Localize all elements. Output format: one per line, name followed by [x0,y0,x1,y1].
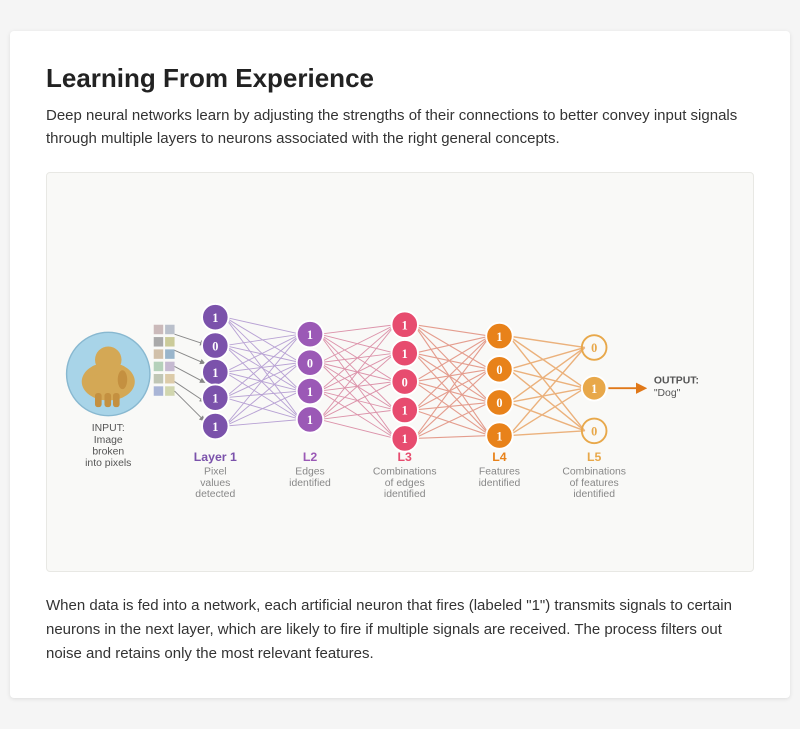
intro-paragraph: Deep neural networks learn by adjusting … [46,104,754,151]
svg-text:into pixels: into pixels [85,458,131,469]
svg-text:L4: L4 [492,450,507,464]
svg-text:1: 1 [496,330,502,344]
svg-text:1: 1 [307,385,313,399]
svg-text:0: 0 [496,363,502,377]
svg-text:identified: identified [384,489,426,500]
svg-text:1: 1 [307,328,313,342]
diagram-container: 1 0 1 1 1 1 0 1 1 1 1 0 1 [46,172,754,572]
svg-text:OUTPUT:: OUTPUT: [654,376,699,387]
svg-text:1: 1 [496,430,502,444]
svg-text:0: 0 [591,425,597,439]
svg-text:1: 1 [402,432,408,446]
svg-text:0: 0 [212,340,218,354]
svg-text:Layer 1: Layer 1 [194,450,237,464]
page-title: Learning From Experience [46,63,754,94]
svg-text:identified: identified [573,489,615,500]
svg-text:of features: of features [570,478,619,489]
svg-text:1: 1 [591,382,597,396]
neural-network-diagram: 1 0 1 1 1 1 0 1 1 1 1 0 1 [59,189,741,559]
svg-text:1: 1 [212,392,218,406]
svg-text:"Dog": "Dog" [654,388,681,399]
svg-text:0: 0 [402,376,408,390]
svg-text:Combinations: Combinations [373,467,437,478]
svg-text:L5: L5 [587,450,602,464]
svg-text:Edges: Edges [295,467,325,478]
svg-text:values: values [200,478,230,489]
svg-text:identified: identified [289,478,331,489]
svg-text:1: 1 [212,420,218,434]
svg-text:Combinations: Combinations [562,467,626,478]
svg-text:0: 0 [307,357,313,371]
svg-text:detected: detected [195,489,235,500]
svg-text:L2: L2 [303,450,318,464]
svg-text:1: 1 [402,347,408,361]
svg-text:identified: identified [479,478,521,489]
svg-text:of edges: of edges [385,478,425,489]
svg-text:1: 1 [307,413,313,427]
svg-text:0: 0 [496,396,502,410]
svg-text:L3: L3 [398,450,413,464]
main-card: Learning From Experience Deep neural net… [10,31,790,699]
bottom-paragraph: When data is fed into a network, each ar… [46,594,754,666]
svg-text:1: 1 [212,311,218,325]
svg-text:1: 1 [212,366,218,380]
svg-text:Pixel: Pixel [204,467,227,478]
svg-text:0: 0 [591,341,597,355]
svg-text:broken: broken [92,447,124,458]
svg-text:1: 1 [402,319,408,333]
svg-text:INPUT:: INPUT: [92,423,125,434]
svg-text:1: 1 [402,404,408,418]
svg-text:Image: Image [94,435,123,446]
svg-text:Features: Features [479,467,520,478]
